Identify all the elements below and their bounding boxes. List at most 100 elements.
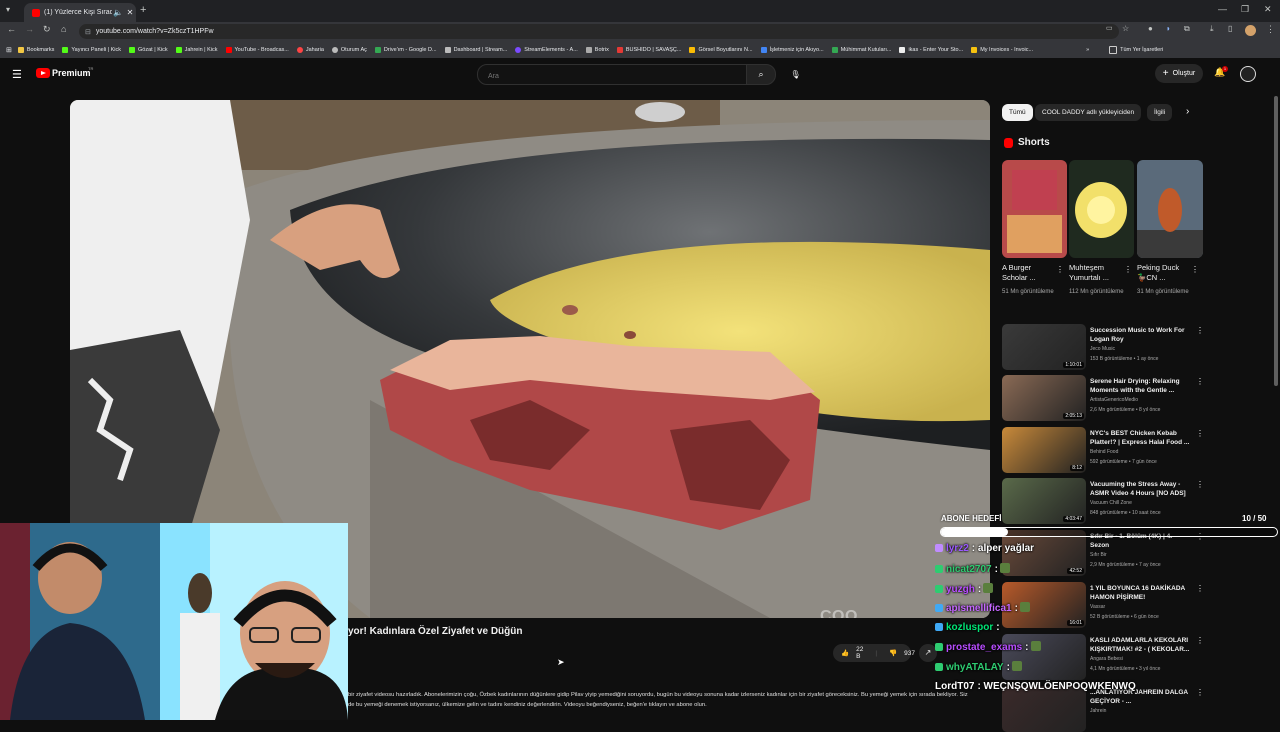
download-icon[interactable]: ⤓	[1210, 24, 1214, 34]
short-thumbnail[interactable]	[1137, 160, 1203, 258]
short-menu-icon[interactable]: ⋮	[1056, 265, 1064, 274]
recommendation-title[interactable]: NYC's BEST Chicken Kebab Platter!? | Exp…	[1090, 429, 1190, 447]
recommendation-thumbnail[interactable]: 1:10:01	[1002, 324, 1086, 370]
like-button[interactable]: 👍 22 B	[837, 646, 867, 660]
recommendation-menu-icon[interactable]: ⋮	[1196, 326, 1204, 335]
recommendation-title[interactable]: KASLI ADAMLARLA KEKOLARI KIŞKIRTMAK! #2 …	[1090, 636, 1190, 654]
bookmark-item[interactable]: Drive'ım - Google D...	[374, 46, 437, 53]
chip-uploader[interactable]: COOL DADDY adlı yükleyiciden	[1035, 104, 1142, 121]
recommendation-thumbnail[interactable]: 8:12	[1002, 427, 1086, 473]
short-thumbnail[interactable]	[1069, 160, 1134, 258]
chip-all[interactable]: Tümü	[1002, 104, 1033, 121]
bookmark-star-icon[interactable]: ☆	[1122, 24, 1129, 33]
bookmark-item[interactable]: Bookmarks	[17, 46, 54, 53]
youtube-logo-icon[interactable]	[36, 68, 50, 78]
recommendation-menu-icon[interactable]: ⋮	[1196, 429, 1204, 438]
profile-avatar[interactable]	[1245, 25, 1256, 36]
bookmark-item[interactable]: Gözat | Kick	[129, 46, 168, 53]
restore-icon[interactable]: ❐	[1241, 4, 1249, 15]
recommendation-channel[interactable]: Jeco Music	[1090, 346, 1190, 352]
recommendation-channel[interactable]: Vacuum Chill Zone	[1090, 500, 1190, 506]
bookmark-item[interactable]: StreamElements - A...	[515, 46, 578, 53]
home-icon[interactable]: ⌂	[61, 24, 66, 34]
channel-avatar[interactable]	[1240, 66, 1256, 82]
minimize-icon[interactable]: —	[1218, 4, 1227, 14]
tab-close-icon[interactable]: ✕	[124, 8, 136, 17]
back-icon[interactable]: ←	[7, 24, 16, 34]
extension-icon-2[interactable]: ◗	[1166, 24, 1171, 33]
recommendation-thumbnail[interactable]: 2:05:13	[1002, 375, 1086, 421]
recommendation-title[interactable]: Succession Music to Work For Logan Roy	[1090, 326, 1190, 344]
chat-username: apismellifica1	[946, 603, 1012, 614]
chevron-right-icon[interactable]: ›	[1186, 106, 1189, 117]
recommendation-channel[interactable]: ArtistaGenericoMedio	[1090, 397, 1190, 403]
chip-related[interactable]: İlgili	[1147, 104, 1173, 121]
forward-icon[interactable]: →	[25, 24, 34, 34]
short-title[interactable]: Muhteşem Yumurtalı ...	[1069, 263, 1119, 283]
short-menu-icon[interactable]: ⋮	[1191, 265, 1199, 274]
recommendation-channel[interactable]: Sıfır Bir	[1090, 552, 1190, 558]
short-menu-icon[interactable]: ⋮	[1124, 265, 1132, 274]
recommendation-menu-icon[interactable]: ⋮	[1196, 636, 1204, 645]
apps-grid-icon[interactable]: ⊞	[6, 46, 12, 54]
new-tab-icon[interactable]: +	[140, 4, 146, 16]
youtube-premium-logo[interactable]: Premium	[52, 68, 91, 78]
bookmark-item[interactable]: YouTube - Broadcas...	[225, 46, 289, 53]
search-input[interactable]	[486, 72, 730, 81]
cast-icon[interactable]: ▭	[1106, 24, 1113, 32]
sidebar-icon[interactable]: ▯	[1228, 24, 1232, 33]
bookmark-item[interactable]: Mühimmat Kutuları...	[831, 46, 891, 53]
recommendation-thumbnail[interactable]: 4:03:47	[1002, 478, 1086, 524]
bookmark-item[interactable]: İşletmeniz için Akıyo...	[760, 46, 824, 53]
bookmark-item[interactable]: My Invoices - Invoic...	[971, 46, 1033, 53]
search-button[interactable]: ⌕	[746, 64, 776, 85]
page-scrollbar[interactable]	[1274, 96, 1278, 386]
mouse-cursor-icon: ➤	[557, 657, 565, 667]
speaker-icon[interactable]: 🔈	[112, 8, 124, 17]
short-thumbnail[interactable]	[1002, 160, 1067, 258]
tab-list-icon[interactable]: ▾	[6, 5, 10, 14]
recommendation-menu-icon[interactable]: ⋮	[1196, 688, 1204, 697]
chat-message: whyATALAY:	[935, 661, 1022, 673]
site-info-icon[interactable]: ⊟	[85, 28, 91, 36]
short-title[interactable]: Peking Duck 🦆CN ...	[1137, 263, 1187, 283]
recommendation-title[interactable]: Vacuuming the Stress Away - ASMR Video 4…	[1090, 480, 1190, 498]
recommendation-menu-icon[interactable]: ⋮	[1196, 584, 1204, 593]
recommendation-channel[interactable]: Behind Food	[1090, 449, 1190, 455]
address-bar[interactable]: ⊟ youtube.com/watch?v=Zk5czT1HPFw	[79, 24, 1119, 39]
all-bookmarks-folder[interactable]: Tüm Yer İşaretleri	[1109, 45, 1163, 54]
recommendation-title[interactable]: 1 YIL BOYUNCA 16 DAKİKADA HAMON PİŞİRME!	[1090, 584, 1190, 602]
bookmark-item[interactable]: Jaharia	[296, 46, 324, 53]
bookmark-item[interactable]: BUSHIDO | SAVAŞÇ...	[616, 46, 681, 53]
chat-badge-icon	[935, 663, 943, 671]
extension-icon[interactable]: ●	[1148, 24, 1153, 33]
recommendation-channel[interactable]: Angara Bebesi	[1090, 656, 1190, 662]
recommendation-menu-icon[interactable]: ⋮	[1196, 377, 1204, 386]
bookmark-item[interactable]: Botrix	[585, 46, 609, 53]
bookmark-item[interactable]: Yayıncı Paneli | Kick	[62, 46, 121, 53]
create-button[interactable]: + Oluştur	[1155, 64, 1203, 83]
bookmark-item[interactable]: Jahrein | Kick	[175, 46, 218, 53]
close-window-icon[interactable]: ✕	[1264, 4, 1272, 15]
menu-hamburger-icon[interactable]: ☰	[12, 68, 22, 81]
chat-badge-icon	[935, 623, 943, 631]
recommendation-thumbnail[interactable]	[1002, 686, 1086, 732]
recommendation-menu-icon[interactable]: ⋮	[1196, 480, 1204, 489]
bookmark-item[interactable]: Oturum Aç	[331, 46, 367, 53]
voice-search-mic-icon[interactable]: 🎙	[787, 66, 804, 83]
video-description[interactable]: bir ziyafet videosu hazırladık. Aboneler…	[348, 690, 968, 710]
reload-icon[interactable]: ↻	[43, 24, 51, 35]
recommendation-channel[interactable]: Vassar	[1090, 604, 1190, 610]
bookmark-item[interactable]: Görsel Boyutlarını N...	[689, 46, 753, 53]
browser-tab[interactable]: (1) Yüzlerce Kişi Sıradal!! H 🔈 ✕	[24, 3, 136, 22]
search-box[interactable]	[477, 64, 747, 85]
bookmark-item[interactable]: ikas - Enter Your Sto...	[899, 46, 963, 53]
dislike-button[interactable]: 👎 937	[885, 649, 919, 658]
extensions-puzzle-icon[interactable]: ⧉	[1184, 24, 1190, 34]
short-title[interactable]: A Burger Scholar ...	[1002, 263, 1052, 283]
recommendation-channel[interactable]: Jahrein	[1090, 708, 1190, 714]
menu-kebab-icon[interactable]: ⋮	[1266, 24, 1275, 35]
more-bookmarks-icon[interactable]: »	[1086, 47, 1089, 53]
recommendation-title[interactable]: Serene Hair Drying: Relaxing Moments wit…	[1090, 377, 1190, 395]
bookmark-item[interactable]: Dashboard | Stream...	[444, 46, 507, 53]
